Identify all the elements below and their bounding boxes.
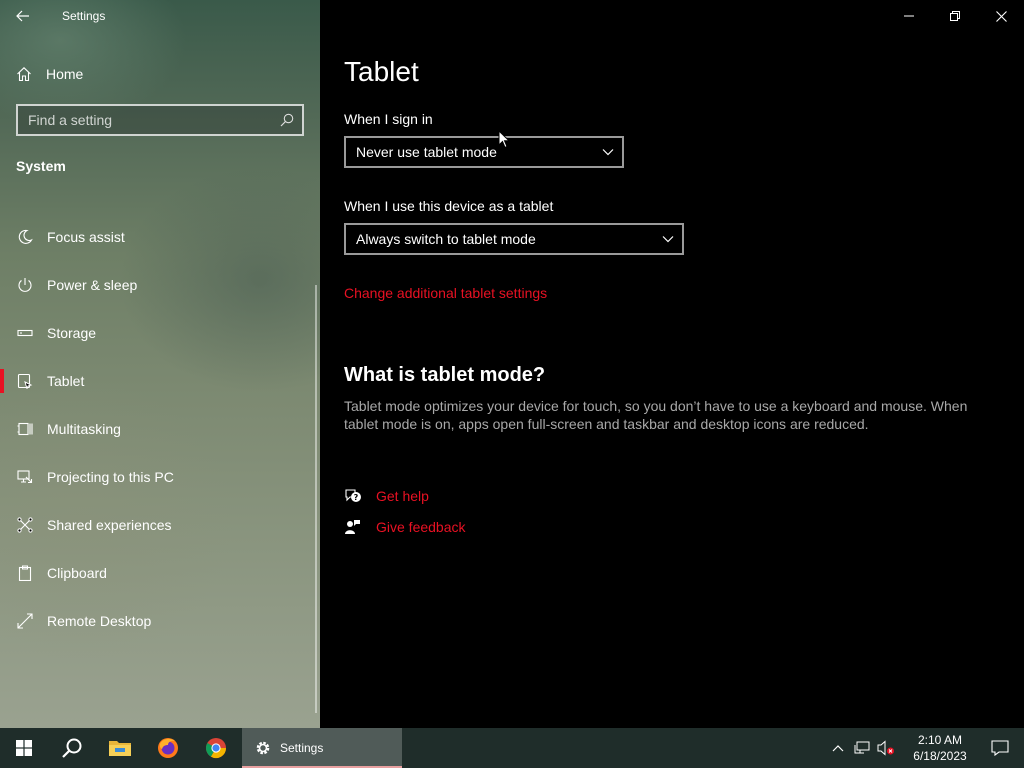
device-label: When I use this device as a tablet [344,198,554,214]
taskbar-search-button[interactable] [48,728,96,768]
sidebar-item-multitasking[interactable]: Multitasking [0,405,320,453]
restore-button[interactable] [932,0,978,32]
give-feedback-label: Give feedback [376,519,466,535]
taskbar-settings-label: Settings [280,741,324,755]
sidebar-item-label: Clipboard [47,565,107,581]
sign-in-value: Never use tablet mode [356,144,497,160]
window-controls [886,0,1024,32]
sidebar-item-label: Projecting to this PC [47,469,174,485]
search-icon[interactable] [280,113,294,127]
firefox-button[interactable] [144,728,192,768]
mouse-cursor-icon [498,130,510,149]
chrome-button[interactable] [192,728,240,768]
sidebar-item-shared-experiences[interactable]: Shared experiences [0,501,320,549]
sidebar-item-storage[interactable]: Storage [0,309,320,357]
svg-text:?: ? [354,493,359,502]
back-button[interactable] [0,0,46,32]
gear-icon [256,741,270,755]
main-content: Tablet When I sign in Never use tablet m… [320,0,1024,728]
chevron-down-icon [662,236,674,243]
sidebar-item-remote-desktop[interactable]: Remote Desktop [0,597,320,645]
multitasking-icon [0,421,47,437]
title-bar: Settings [0,0,320,32]
moon-icon [0,229,47,245]
chevron-down-icon [602,149,614,156]
chrome-icon [206,738,227,759]
sidebar-item-projecting[interactable]: Projecting to this PC [0,453,320,501]
feedback-icon [344,519,376,535]
sidebar-item-label: Storage [47,325,97,341]
sidebar-item-label: Focus assist [47,229,125,245]
volume-muted-icon [877,740,894,756]
app-title: Settings [62,9,106,23]
sidebar-item-label: Shared experiences [47,517,172,533]
restore-icon [950,11,960,21]
shared-experiences-icon [0,517,47,533]
sidebar-scrollbar[interactable] [315,285,317,713]
get-help-link[interactable]: ? Get help [344,488,429,504]
volume-button[interactable] [874,728,898,768]
what-is-description: Tablet mode optimizes your device for to… [344,398,968,432]
network-button[interactable] [850,728,874,768]
sidebar-item-clipboard[interactable]: Clipboard [0,549,320,597]
notification-icon [991,740,1009,756]
tablet-mode-dropdown[interactable]: Always switch to tablet mode [344,223,684,255]
search-input[interactable] [28,112,268,128]
windows-logo-icon [16,740,32,756]
sidebar-item-label: Power & sleep [47,277,138,293]
close-icon [995,10,1007,22]
search-box[interactable] [16,104,304,136]
remote-desktop-icon [0,613,47,629]
clock-time: 2:10 AM [917,733,963,747]
start-button[interactable] [0,728,48,768]
close-button[interactable] [978,0,1024,32]
nav-home-label: Home [46,66,84,82]
additional-settings-link[interactable]: Change additional tablet settings [344,285,547,301]
network-icon [854,741,870,754]
taskbar-settings-app[interactable]: Settings [242,728,402,768]
clock[interactable]: 2:10 AM 6/18/2023 [904,728,976,768]
get-help-label: Get help [376,488,429,504]
system-tray: 2:10 AM 6/18/2023 [826,728,1024,768]
power-icon [0,277,47,293]
sidebar-item-label: Multitasking [47,421,121,437]
page-title: Tablet [344,56,419,87]
clock-date: 6/18/2023 [913,749,967,763]
sidebar: Settings Home System Focus assist Power … [0,0,320,728]
taskbar: Settings 2:10 AM 6/18/2023 [0,728,1024,768]
clipboard-icon [0,565,47,581]
action-center-button[interactable] [976,728,1024,768]
sign-in-dropdown[interactable]: Never use tablet mode [344,136,624,168]
sidebar-item-power-sleep[interactable]: Power & sleep [0,261,320,309]
storage-icon [0,325,47,341]
sidebar-item-tablet[interactable]: Tablet [0,357,320,405]
show-hidden-icons-button[interactable] [826,728,850,768]
file-explorer-button[interactable] [96,728,144,768]
nav-home[interactable]: Home [0,56,320,92]
help-chat-icon: ? [344,488,376,504]
sidebar-item-focus-assist[interactable]: Focus assist [0,213,320,261]
back-arrow-icon [16,10,29,22]
section-title: System [16,158,66,174]
minimize-button[interactable] [886,0,932,32]
tablet-mode-value: Always switch to tablet mode [356,231,536,247]
sign-in-label: When I sign in [344,111,433,127]
tablet-icon [0,373,47,389]
minimize-icon [904,15,914,17]
sidebar-item-label: Tablet [47,373,85,389]
sidebar-item-label: Remote Desktop [47,613,152,629]
home-icon [0,66,48,82]
chevron-up-icon [832,745,844,752]
what-is-heading: What is tablet mode? [344,364,546,386]
nav-list: Focus assist Power & sleep Storage Table… [0,213,320,645]
projecting-icon [0,469,47,485]
firefox-icon [158,738,178,758]
give-feedback-link[interactable]: Give feedback [344,519,466,535]
folder-icon [109,741,131,756]
search-icon [62,738,82,758]
